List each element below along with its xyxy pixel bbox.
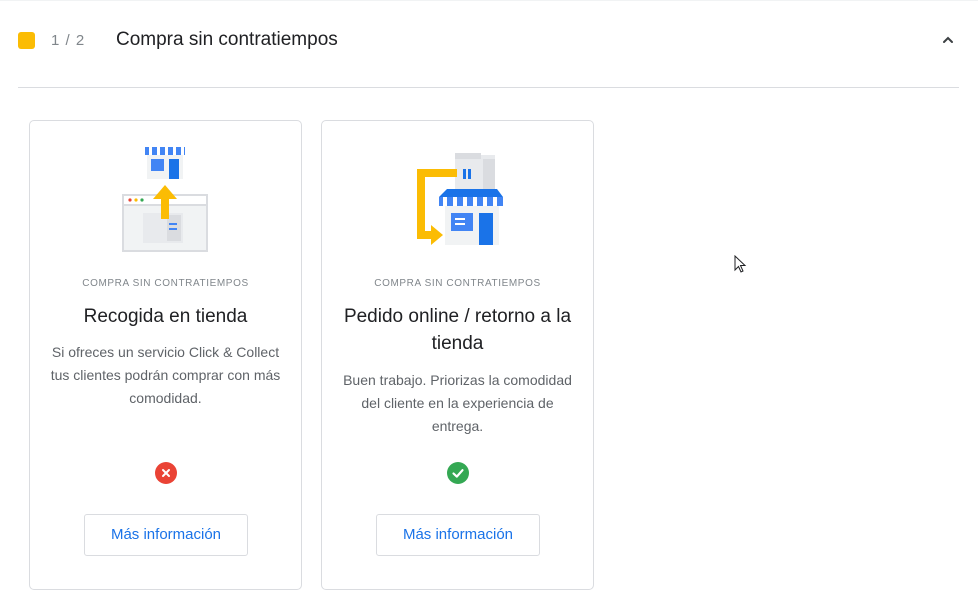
card-title: Recogida en tienda (83, 306, 248, 327)
header-divider (18, 87, 959, 88)
check-icon (446, 462, 469, 484)
more-info-button[interactable]: Más información (84, 514, 248, 556)
card-description: Buen trabajo. Priorizas la comodidad del… (343, 372, 572, 434)
feature-card-recogida: COMPRA SIN CONTRATIEMPOS Recogida en tie… (29, 120, 302, 590)
collapse-button[interactable] (936, 28, 960, 52)
top-border (0, 0, 978, 1)
card-description: Si ofreces un servicio Click & Collect t… (50, 344, 281, 406)
error-x-icon (154, 462, 177, 484)
feature-card-pedido-online: COMPRA SIN CONTRATIEMPOS Pedido online /… (321, 120, 594, 590)
card-eyebrow: COMPRA SIN CONTRATIEMPOS (374, 278, 541, 289)
store-pickup-illustration (30, 141, 301, 256)
section-header[interactable]: 1 / 2 Compra sin contratiempos (18, 22, 960, 62)
section-counter: 1 / 2 (51, 32, 86, 49)
status-indicator (154, 462, 177, 484)
card-eyebrow: COMPRA SIN CONTRATIEMPOS (82, 278, 249, 289)
more-info-button[interactable]: Más información (376, 514, 540, 556)
section-title: Compra sin contratiempos (116, 29, 338, 50)
status-indicator (446, 462, 469, 484)
mouse-cursor-icon (734, 254, 748, 280)
chevron-up-icon (943, 36, 953, 43)
category-color-swatch (18, 32, 35, 49)
card-title: Pedido online / retorno a la tienda (343, 306, 572, 354)
order-online-return-illustration (322, 141, 593, 256)
